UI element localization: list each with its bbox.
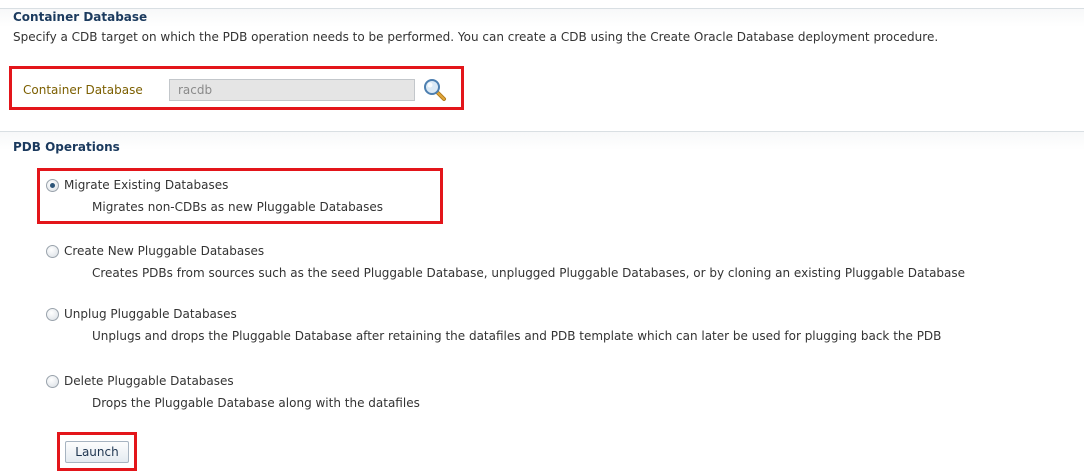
pdb-section-header: PDB Operations xyxy=(13,140,120,154)
option-migrate-label: Migrate Existing Databases xyxy=(64,178,229,192)
pdb-section-bar xyxy=(0,131,1084,150)
radio-migrate[interactable] xyxy=(46,179,59,192)
search-icon[interactable] xyxy=(422,77,448,103)
container-section-bar xyxy=(0,8,1084,27)
option-create-description: Creates PDBs from sources such as the se… xyxy=(92,266,966,280)
option-unplug-description: Unplugs and drops the Pluggable Database… xyxy=(92,329,942,343)
launch-button[interactable]: Launch xyxy=(65,441,129,463)
option-migrate-description: Migrates non-CDBs as new Pluggable Datab… xyxy=(92,200,384,214)
container-section-header: Container Database xyxy=(13,10,148,24)
option-delete-label: Delete Pluggable Databases xyxy=(64,374,234,388)
radio-unplug[interactable] xyxy=(46,308,59,321)
container-section-description: Specify a CDB target on which the PDB op… xyxy=(13,30,939,44)
container-database-field[interactable]: racdb xyxy=(169,79,415,101)
launch-highlight: Launch xyxy=(57,432,137,471)
option-unplug-label: Unplug Pluggable Databases xyxy=(64,307,237,321)
option-delete-description: Drops the Pluggable Database along with … xyxy=(92,396,420,410)
radio-create[interactable] xyxy=(46,245,59,258)
migrate-option-highlight xyxy=(37,168,443,224)
option-create-label: Create New Pluggable Databases xyxy=(64,244,265,258)
radio-delete[interactable] xyxy=(46,375,59,388)
container-database-highlight: Container Database racdb xyxy=(9,66,464,110)
container-database-label: Container Database xyxy=(23,83,143,97)
